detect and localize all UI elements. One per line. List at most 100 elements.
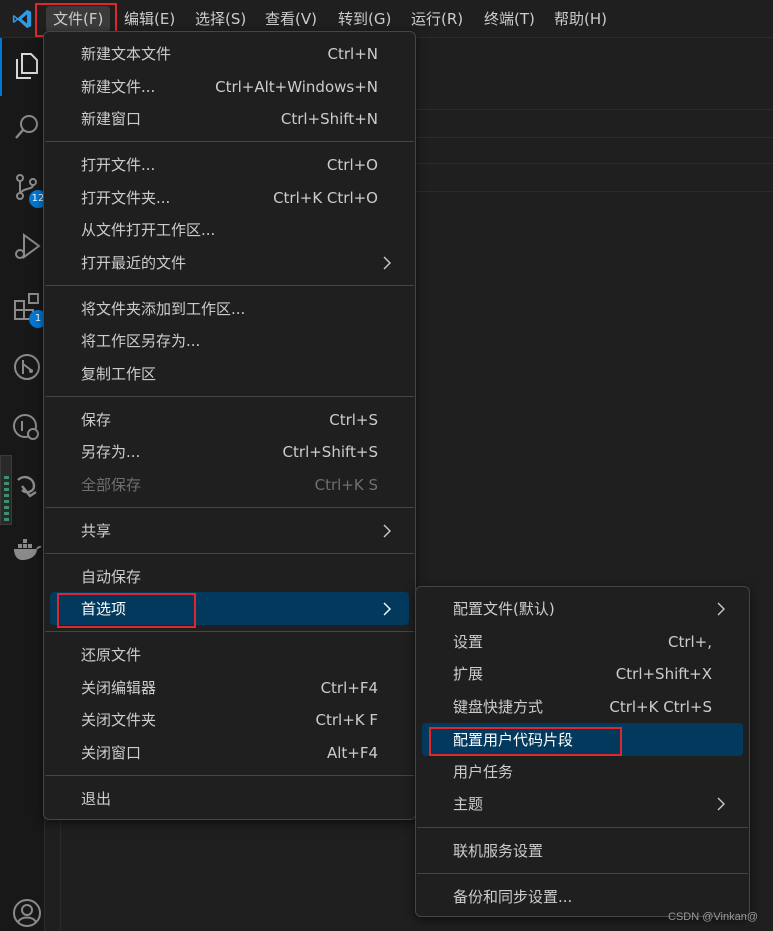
menu-item-save-all: 全部保存 Ctrl+K S [81, 470, 378, 500]
active-indicator [0, 38, 2, 96]
menu-view[interactable]: 查看(V) [258, 6, 324, 32]
menu-item-label: 将文件夹添加到工作区... [81, 300, 246, 318]
submenu-item-online-services-settings[interactable]: 联机服务设置 [453, 836, 712, 866]
menu-run[interactable]: 运行(R) [404, 6, 470, 32]
chevron-right-icon [383, 602, 391, 616]
menu-item-shortcut: Ctrl+, [667, 633, 712, 651]
submenu-item-user-tasks[interactable]: 用户任务 [453, 757, 712, 787]
submenu-item-theme[interactable]: 主题 [453, 789, 726, 819]
preferences-submenu: 配置文件(默认) 设置 Ctrl+, 扩展 Ctrl+Shift+X 键盘快捷方… [415, 586, 750, 917]
menu-item-label: 扩展 [453, 665, 484, 683]
menu-item-auto-save[interactable]: 自动保存 [81, 562, 378, 592]
explorer-icon[interactable] [12, 50, 42, 80]
menu-terminal[interactable]: 终端(T) [477, 6, 542, 32]
search-icon[interactable] [12, 112, 42, 142]
menu-item-save-workspace-as[interactable]: 将工作区另存为... [81, 326, 378, 356]
menu-item-shortcut: Ctrl+K Ctrl+O [273, 189, 378, 207]
menu-item-new-file[interactable]: 新建文件... Ctrl+Alt+Windows+N [81, 72, 378, 102]
docker-icon[interactable] [12, 534, 42, 564]
menu-item-preferences[interactable]: 首选项 [81, 594, 392, 624]
menu-item-label: 共享 [81, 522, 112, 540]
live-share-icon[interactable] [12, 472, 42, 502]
menu-item-label: 将工作区另存为... [81, 332, 201, 350]
remote-explorer-icon[interactable] [12, 412, 42, 442]
menu-separator [45, 141, 414, 142]
menu-separator [45, 775, 414, 776]
menu-item-label: 配置用户代码片段 [453, 731, 574, 749]
menu-item-shortcut: Ctrl+Alt+Windows+N [215, 78, 378, 96]
menu-item-label: 另存为... [81, 443, 141, 461]
menu-item-label: 配置文件(默认) [453, 600, 555, 618]
menu-item-shortcut: Ctrl+K Ctrl+S [609, 698, 712, 716]
chevron-right-icon [383, 524, 391, 538]
menu-item-label: 备份和同步设置... [453, 888, 573, 906]
chevron-right-icon [717, 602, 725, 616]
submenu-item-extensions[interactable]: 扩展 Ctrl+Shift+X [453, 659, 712, 689]
menu-item-close-window[interactable]: 关闭窗口 Alt+F4 [81, 738, 378, 768]
menu-item-label: 复制工作区 [81, 365, 157, 383]
submenu-item-configure-snippets[interactable]: 配置用户代码片段 [453, 725, 712, 755]
menu-item-label: 保存 [81, 411, 112, 429]
audio-meter [0, 455, 12, 525]
menu-separator [45, 553, 414, 554]
menu-item-close-folder[interactable]: 关闭文件夹 Ctrl+K F [81, 705, 378, 735]
chevron-right-icon [717, 797, 725, 811]
menu-item-save-as[interactable]: 另存为... Ctrl+Shift+S [81, 437, 378, 467]
menu-separator [417, 873, 748, 874]
menu-item-close-editor[interactable]: 关闭编辑器 Ctrl+F4 [81, 673, 378, 703]
menu-item-shortcut: Ctrl+S [329, 411, 378, 429]
menu-item-label: 关闭文件夹 [81, 711, 157, 729]
menu-help[interactable]: 帮助(H) [547, 6, 614, 32]
menu-item-shortcut: Alt+F4 [326, 744, 378, 762]
menu-item-shortcut: Ctrl+Shift+N [280, 110, 378, 128]
menu-item-label: 从文件打开工作区... [81, 221, 216, 239]
menu-item-exit[interactable]: 退出 [81, 784, 378, 814]
menu-item-open-recent[interactable]: 打开最近的文件 [81, 248, 392, 278]
menu-file[interactable]: 文件(F) [46, 6, 111, 32]
menu-item-open-workspace-from-file[interactable]: 从文件打开工作区... [81, 215, 378, 245]
menu-item-label: 全部保存 [81, 476, 142, 494]
menu-item-revert-file[interactable]: 还原文件 [81, 640, 378, 670]
menu-item-label: 键盘快捷方式 [453, 698, 544, 716]
submenu-item-settings[interactable]: 设置 Ctrl+, [453, 627, 712, 657]
menu-item-new-text-file[interactable]: 新建文本文件 Ctrl+N [81, 39, 378, 69]
menu-item-label: 新建窗口 [81, 110, 142, 128]
menu-item-duplicate-workspace[interactable]: 复制工作区 [81, 359, 378, 389]
menu-item-shortcut: Ctrl+K F [315, 711, 379, 729]
menu-item-label: 打开最近的文件 [81, 254, 187, 272]
menu-separator [45, 507, 414, 508]
menu-item-label: 关闭窗口 [81, 744, 142, 762]
menu-go[interactable]: 转到(G) [331, 6, 398, 32]
menu-separator [45, 631, 414, 632]
account-icon[interactable] [12, 898, 42, 928]
menu-item-label: 打开文件夹... [81, 189, 171, 207]
menu-item-label: 自动保存 [81, 568, 142, 586]
menu-item-add-folder-to-workspace[interactable]: 将文件夹添加到工作区... [81, 294, 378, 324]
menu-item-shortcut: Ctrl+K S [314, 476, 378, 494]
menu-item-save[interactable]: 保存 Ctrl+S [81, 405, 378, 435]
menu-item-shortcut: Ctrl+Shift+S [282, 443, 378, 461]
menu-item-shortcut: Ctrl+Shift+X [615, 665, 712, 683]
menu-selection[interactable]: 选择(S) [188, 6, 253, 32]
menu-item-new-window[interactable]: 新建窗口 Ctrl+Shift+N [81, 104, 378, 134]
menu-edit[interactable]: 编辑(E) [117, 6, 182, 32]
menu-item-label: 打开文件... [81, 156, 156, 174]
menu-item-label: 退出 [81, 790, 112, 808]
menu-item-shortcut: Ctrl+F4 [320, 679, 378, 697]
submenu-item-keyboard-shortcuts[interactable]: 键盘快捷方式 Ctrl+K Ctrl+S [453, 692, 712, 722]
vscode-logo-icon [12, 9, 32, 29]
menu-item-shortcut: Ctrl+O [326, 156, 378, 174]
submenu-item-profiles[interactable]: 配置文件(默认) [453, 594, 726, 624]
file-menu: 新建文本文件 Ctrl+N 新建文件... Ctrl+Alt+Windows+N… [43, 31, 416, 820]
menu-item-label: 关闭编辑器 [81, 679, 157, 697]
git-graph-icon[interactable] [12, 352, 42, 382]
chevron-right-icon [383, 256, 391, 270]
run-debug-icon[interactable] [12, 232, 42, 262]
menu-separator [45, 285, 414, 286]
menu-item-label: 设置 [453, 633, 484, 651]
submenu-item-backup-and-sync-settings[interactable]: 备份和同步设置... [453, 882, 712, 912]
menu-item-label: 新建文本文件 [81, 45, 172, 63]
menu-item-open-file[interactable]: 打开文件... Ctrl+O [81, 150, 378, 180]
menu-item-open-folder[interactable]: 打开文件夹... Ctrl+K Ctrl+O [81, 183, 378, 213]
menu-item-share[interactable]: 共享 [81, 516, 392, 546]
